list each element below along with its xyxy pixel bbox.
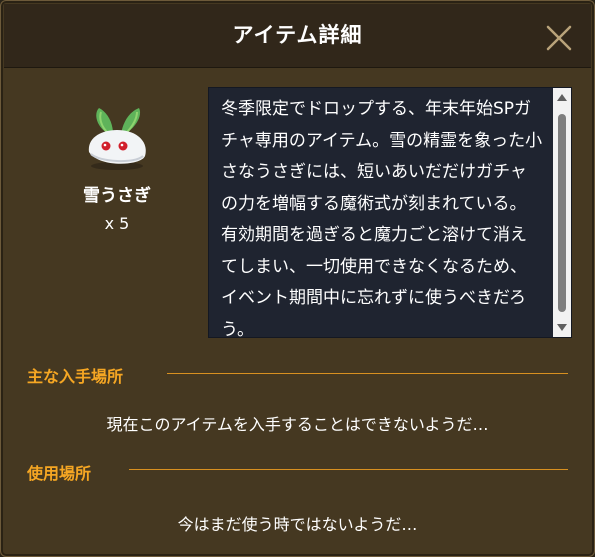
item-name: 雪うさぎ <box>83 186 151 206</box>
scroll-up-arrow-icon[interactable] <box>557 94 567 101</box>
item-description: 冬季限定でドロップする、年末年始SPガチャ専用のアイテム。雪の精霊を象った小さな… <box>221 99 543 340</box>
item-quantity: x 5 <box>104 214 130 233</box>
title-bar: アイテム詳細 <box>4 4 591 68</box>
description-scrollbar[interactable] <box>553 88 571 337</box>
scroll-down-arrow-icon[interactable] <box>557 324 567 331</box>
acquire-heading: 主な入手場所 <box>27 367 124 386</box>
acquire-divider <box>167 373 568 374</box>
acquire-text: 現在このアイテムを入手することはできないようだ… <box>106 415 489 434</box>
dialog-title: アイテム詳細 <box>232 23 363 47</box>
item-detail-dialog: アイテム詳細 雪うさぎ x 5 冬季限定でドロップする、年末年始SPガチャ専用の… <box>0 0 595 557</box>
snow-rabbit-icon <box>79 104 155 174</box>
description-box: 冬季限定でドロップする、年末年始SPガチャ専用のアイテム。雪の精霊を象った小さな… <box>208 87 572 340</box>
scroll-thumb[interactable] <box>558 114 566 312</box>
usage-text: 今はまだ使う時ではないようだ… <box>177 515 418 534</box>
usage-divider <box>129 469 568 470</box>
close-icon[interactable] <box>545 24 573 52</box>
usage-heading: 使用場所 <box>27 464 92 483</box>
